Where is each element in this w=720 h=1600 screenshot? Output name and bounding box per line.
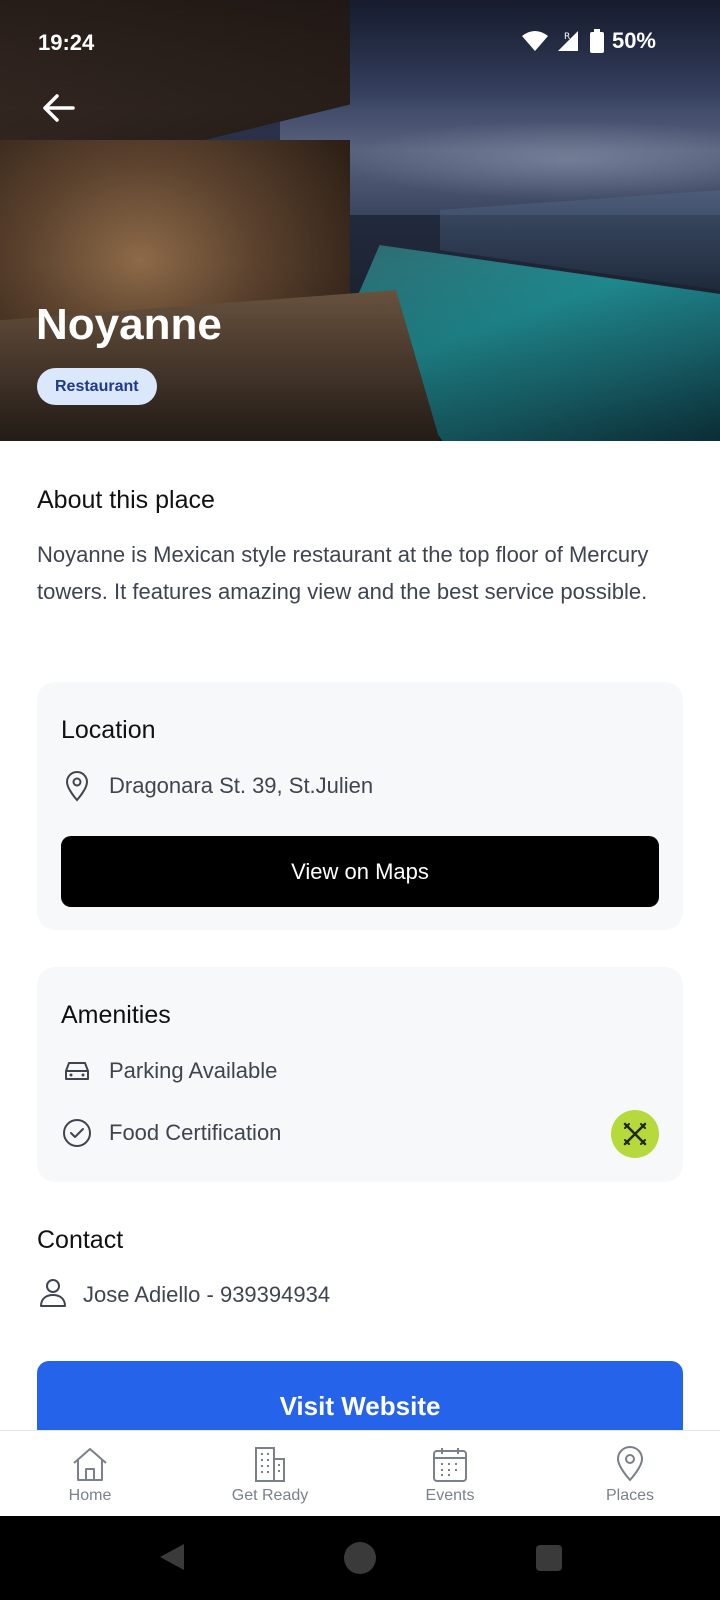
category-badge: Restaurant xyxy=(37,368,157,405)
nav-label: Events xyxy=(425,1487,475,1504)
home-icon xyxy=(73,1448,107,1481)
floating-action-button[interactable] xyxy=(611,1110,659,1158)
amenities-card: Amenities Parking Available Food Certifi… xyxy=(37,967,683,1182)
battery-percentage: 50% xyxy=(611,28,656,53)
svg-text:R: R xyxy=(564,32,570,42)
location-title: Location xyxy=(61,716,156,744)
signal-icon: R xyxy=(557,31,578,51)
system-recents-button[interactable] xyxy=(536,1545,562,1571)
car-icon xyxy=(61,1055,93,1087)
amenity-item: Parking Available xyxy=(61,1055,277,1087)
system-home-button[interactable] xyxy=(344,1542,376,1574)
amenity-label: Food Certification xyxy=(109,1120,282,1145)
status-time: 19:24 xyxy=(38,30,95,55)
battery-icon xyxy=(589,29,604,53)
location-pin-icon xyxy=(61,770,93,802)
about-title: About this place xyxy=(37,486,215,514)
check-circle-icon xyxy=(61,1117,93,1149)
calendar-icon xyxy=(433,1448,467,1482)
building-icon xyxy=(255,1447,285,1482)
back-button[interactable] xyxy=(36,86,80,130)
nav-label: Get Ready xyxy=(231,1487,309,1504)
wifi-icon xyxy=(521,31,548,51)
tools-icon xyxy=(623,1122,647,1146)
address-row: Dragonara St. 39, St.Julien xyxy=(61,770,373,802)
nav-item-events[interactable]: Events xyxy=(360,1431,540,1516)
address-text: Dragonara St. 39, St.Julien xyxy=(109,773,374,798)
nav-item-places[interactable]: Places xyxy=(540,1431,720,1516)
amenity-label: Parking Available xyxy=(109,1058,278,1083)
location-pin-icon xyxy=(616,1446,644,1482)
location-card: Location Dragonara St. 39, St.Julien Vie… xyxy=(37,682,683,930)
bottom-navigation: Home Get Ready Events Places xyxy=(0,1430,720,1516)
nav-item-get-ready[interactable]: Get Ready xyxy=(180,1431,360,1516)
visit-website-button[interactable]: Visit Website xyxy=(37,1361,683,1441)
contact-row: Jose Adiello - 939394934 xyxy=(37,1276,330,1313)
about-text: Noyanne is Mexican style restaurant at t… xyxy=(37,542,649,604)
contact-person: Jose Adiello - 939394934 xyxy=(83,1281,331,1307)
amenities-title: Amenities xyxy=(61,1001,171,1029)
nav-item-home[interactable]: Home xyxy=(0,1431,180,1516)
nav-label: Places xyxy=(605,1487,655,1504)
amenity-item: Food Certification xyxy=(61,1117,281,1149)
contact-title: Contact xyxy=(37,1226,124,1254)
nav-label: Home xyxy=(68,1487,112,1504)
user-icon xyxy=(37,1276,69,1313)
status-icons: R 50% xyxy=(521,28,656,54)
view-on-maps-button[interactable]: View on Maps xyxy=(61,836,659,907)
place-title: Noyanne xyxy=(36,300,222,349)
system-back-icon[interactable] xyxy=(158,1542,186,1572)
arrow-left-icon xyxy=(43,94,75,122)
